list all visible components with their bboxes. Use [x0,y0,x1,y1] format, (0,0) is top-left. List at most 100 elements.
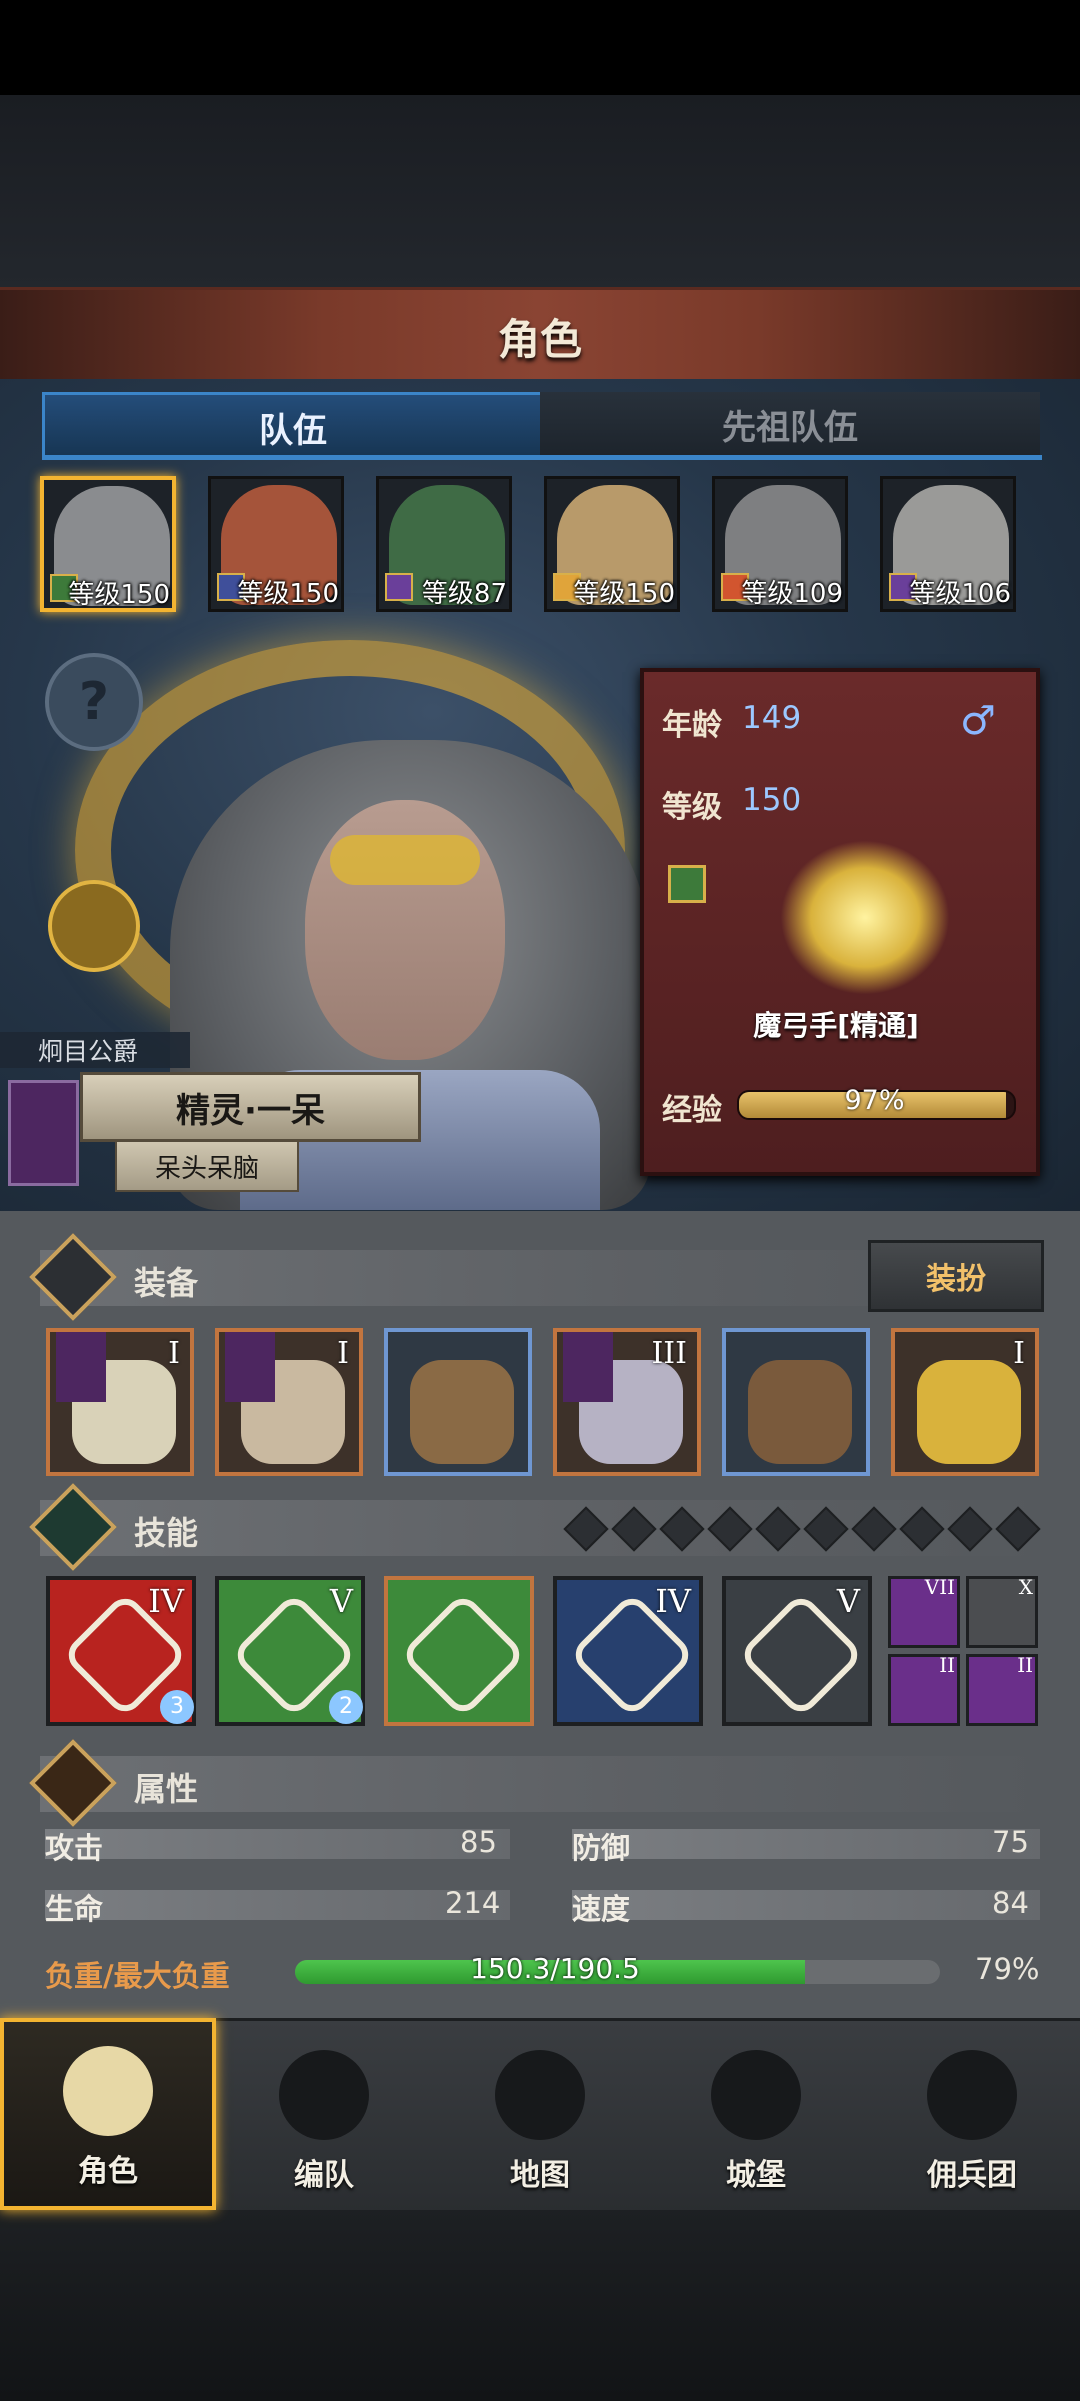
potion-icon[interactable] [48,880,140,972]
nav-label: 编队 [294,2158,354,2193]
bow-class-icon [668,865,706,903]
portrait-mask [330,835,480,885]
class-icon [385,573,413,601]
defense-label: 防御 [572,1831,631,1865]
skill-badge: 2 [329,1690,363,1724]
nav-map[interactable]: 地图 [432,2018,648,2210]
tab-underline [42,455,1042,460]
age-label: 年龄 [662,708,722,743]
nav-castle[interactable]: 城堡 [648,2018,864,2210]
nav-label: 地图 [510,2158,570,2193]
nav-character[interactable]: 角色 [0,2018,216,2210]
exp-label: 经验 [662,1093,722,1128]
male-icon: ♂ [960,698,996,744]
party-member-4[interactable]: 等级150 [544,476,680,612]
class-name: 魔弓手[精通] [753,1009,919,1042]
passive-skill-2[interactable]: X [966,1575,1038,1648]
attributes-title: 属性 [134,1770,199,1808]
skill-1[interactable]: IV 3 [46,1576,196,1726]
party-member-6[interactable]: 等级106 [880,476,1016,612]
passive-tier: VII [924,1575,955,1599]
member-level: 等级87 [421,579,507,609]
tab-ancestor-team[interactable]: 先祖队伍 [540,392,1040,456]
character-name-plate[interactable]: 精灵·一呆 [80,1072,421,1142]
skill-4[interactable]: IV [553,1576,703,1726]
guild-banner-icon[interactable] [8,1080,79,1186]
skill-2[interactable]: V2 [215,1576,365,1726]
helmet-icon [279,2050,369,2140]
party-member-5[interactable]: 等级109 [712,476,848,612]
help-button[interactable]: ? [45,653,143,751]
castle-icon [711,2050,801,2140]
nickname-text: 呆头呆脑 [154,1153,259,1184]
nav-mercenary[interactable]: 佣兵团 [864,2018,1080,2210]
equipment-slot-6[interactable]: I [891,1328,1039,1476]
hp-label: 生命 [45,1892,104,1926]
passive-skill-3[interactable]: II [888,1653,960,1726]
equipment-tier: III [651,1336,687,1371]
guild-flag-icon [563,1332,613,1402]
member-level: 等级150 [68,580,170,610]
tab-team-label: 队伍 [259,410,327,451]
equipment-art [748,1360,852,1464]
skill-tier: IV [148,1582,184,1620]
equipment-slot-2[interactable]: I [215,1328,363,1476]
bottom-background [0,2210,1080,2401]
tab-team[interactable]: 队伍 [42,392,544,459]
hp-value: 214 [445,1886,501,1920]
skill-tier: V [836,1582,860,1620]
equipment-art [917,1360,1021,1464]
party-member-3[interactable]: 等级87 [376,476,512,612]
attack-value: 85 [460,1825,497,1859]
tab-ancestor-label: 先祖队伍 [722,407,858,448]
skill-badge: 3 [160,1690,194,1724]
equipment-tier: I [337,1336,349,1371]
skills-title: 技能 [134,1514,199,1552]
equipment-slot-1[interactable]: I [46,1328,194,1476]
speed-label: 速度 [572,1892,631,1926]
party-member-1[interactable]: 等级150 [40,476,176,612]
equipment-slot-3[interactable] [384,1328,532,1476]
rank-title[interactable]: 炯目公爵 [0,1032,190,1068]
nav-formation[interactable]: 编队 [216,2018,432,2210]
character-name: 精灵·一呆 [176,1090,325,1131]
equipment-slot-5[interactable] [722,1328,870,1476]
equipment-title: 装备 [134,1264,199,1302]
skill-5[interactable]: V [722,1576,872,1726]
guild-flag-icon [56,1332,106,1402]
defense-bar [572,1829,1040,1859]
level-label: 等级 [662,790,722,825]
nav-label: 角色 [78,2154,138,2189]
character-nickname: 呆头呆脑 [115,1140,299,1192]
dress-up-label: 装扮 [926,1262,986,1297]
passive-skill-4[interactable]: II [966,1653,1038,1726]
dress-up-button[interactable]: 装扮 [868,1240,1044,1312]
question-icon: ? [78,672,110,732]
load-percent: 79% [975,1952,1040,1986]
hp-bar [45,1890,510,1920]
knight-icon [63,2046,153,2136]
skill-tier: IV [655,1582,691,1620]
status-bar-area [0,0,1080,95]
defense-value: 75 [992,1825,1029,1859]
passive-tier: II [1017,1653,1033,1677]
equipment-slot-4[interactable]: III [553,1328,701,1476]
passive-tier: X [1018,1575,1033,1599]
load-text: 150.3/190.5 [470,1952,640,1985]
skill-glyph-icon [399,1591,527,1719]
page-header: 角色 [0,287,1080,385]
equipment-art [410,1360,514,1464]
rank-title-text: 炯目公爵 [38,1037,139,1066]
party-member-2[interactable]: 等级150 [208,476,344,612]
class-figure-art [780,840,950,995]
guild-flag-icon [225,1332,275,1402]
passive-skill-1[interactable]: VII [888,1575,960,1648]
compass-icon [495,2050,585,2140]
skill-3[interactable] [384,1576,534,1726]
equipment-tier: I [1013,1336,1025,1371]
attack-bar [45,1829,510,1859]
passive-tier: II [939,1653,955,1677]
member-level: 等级109 [741,579,843,609]
exp-text: 97% [844,1085,905,1116]
level-value: 150 [742,782,802,818]
